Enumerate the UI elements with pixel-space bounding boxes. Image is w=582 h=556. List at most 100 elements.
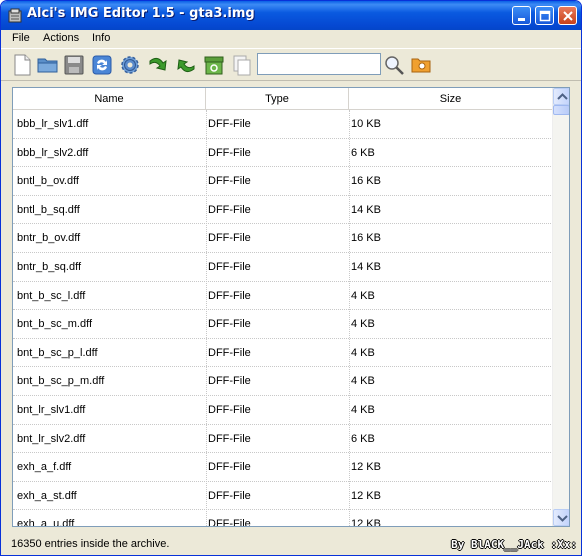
import-arrow-icon[interactable]: [146, 53, 170, 77]
window-title: Alci's IMG Editor 1.5 - gta3.img: [27, 6, 255, 21]
table-row[interactable]: bnt_lr_slv1.dff DFF-File 4 KB: [13, 396, 553, 425]
cell-type: DFF-File: [208, 461, 251, 474]
refresh-icon[interactable]: [90, 53, 114, 77]
app-window: Alci's IMG Editor 1.5 - gta3.img File Ac…: [0, 0, 582, 556]
cell-size: 14 KB: [351, 260, 381, 273]
copy-pages-icon[interactable]: [230, 53, 254, 77]
cell-name: bbb_lr_slv1.dff: [17, 118, 89, 130]
table-row[interactable]: bbb_lr_slv2.dff DFF-File 6 KB: [13, 139, 553, 168]
save-disk-icon[interactable]: [62, 53, 86, 77]
cell-name: bbb_lr_slv2.dff: [17, 146, 89, 159]
cell-type: DFF-File: [208, 203, 251, 216]
list-header: Name Type Size: [13, 88, 553, 110]
cell-type: DFF-File: [208, 375, 251, 388]
cell-size: 12 KB: [351, 461, 381, 474]
chevron-down-icon: [557, 515, 568, 522]
cell-name: bnt_b_sc_p_m.dff: [17, 375, 105, 388]
scroll-thumb[interactable]: [553, 105, 569, 115]
minimize-button[interactable]: [512, 6, 531, 25]
cell-type: DFF-File: [208, 318, 251, 331]
close-icon: [563, 11, 573, 21]
cell-size: 4 KB: [351, 346, 375, 359]
cell-type: DFF-File: [208, 403, 251, 416]
cell-size: 12 KB: [351, 518, 381, 527]
table-row[interactable]: bnt_b_sc_p_m.dff DFF-File 4 KB: [13, 367, 553, 396]
title-bar[interactable]: Alci's IMG Editor 1.5 - gta3.img: [1, 1, 581, 30]
cell-type: DFF-File: [208, 289, 251, 302]
status-bar: 16350 entries inside the archive. By BlA…: [1, 533, 581, 555]
cell-name: bnt_lr_slv2.dff: [17, 432, 86, 445]
chevron-up-icon: [557, 93, 568, 100]
table-row[interactable]: exh_a_f.dff DFF-File 12 KB: [13, 453, 553, 482]
cell-size: 6 KB: [351, 432, 375, 445]
table-row[interactable]: exh_a_st.dff DFF-File 12 KB: [13, 482, 553, 511]
cell-type: DFF-File: [208, 175, 251, 188]
minimize-icon: [518, 18, 525, 21]
column-header-type[interactable]: Type: [206, 88, 349, 110]
table-row[interactable]: exh_a_u.dff DFF-File 12 KB: [13, 510, 553, 527]
cell-size: 16 KB: [351, 232, 381, 245]
cell-size: 4 KB: [351, 375, 375, 388]
table-row[interactable]: bnt_b_sc_l.dff DFF-File 4 KB: [13, 282, 553, 311]
maximize-icon: [539, 10, 551, 22]
rebuild-archive-icon[interactable]: [202, 53, 226, 77]
cell-type: DFF-File: [208, 432, 251, 445]
cell-name: bntl_b_sq.dff: [17, 203, 80, 216]
cell-type: DFF-File: [208, 518, 251, 527]
table-row[interactable]: bntr_b_ov.dff DFF-File 16 KB: [13, 224, 553, 253]
folder-search-icon[interactable]: [409, 53, 433, 77]
file-list[interactable]: Name Type Size bbb_lr_slv1.dff DFF-File 10…: [12, 87, 570, 527]
cell-name: exh_a_f.dff: [17, 461, 72, 474]
app-icon: [8, 8, 22, 23]
cell-name: bnt_b_sc_l.dff: [17, 289, 86, 302]
table-row[interactable]: bntl_b_ov.dff DFF-File 16 KB: [13, 167, 553, 196]
cell-type: DFF-File: [208, 260, 251, 273]
author-credit: By BlACK__JAck :Xx:: [451, 538, 577, 551]
cell-name: bntr_b_sq.dff: [17, 260, 82, 273]
close-button[interactable]: [558, 6, 577, 25]
cell-name: bnt_b_sc_m.dff: [17, 318, 93, 331]
open-folder-icon[interactable]: [36, 53, 60, 77]
cell-size: 12 KB: [351, 489, 381, 502]
search-icon[interactable]: [382, 53, 406, 77]
export-arrow-icon[interactable]: [174, 53, 198, 77]
new-file-icon[interactable]: [10, 53, 34, 77]
cell-size: 4 KB: [351, 318, 375, 331]
cell-name: bnt_b_sc_p_l.dff: [17, 346, 98, 359]
list-rows: bbb_lr_slv1.dff DFF-File 10 KB bbb_lr_slv2…: [13, 110, 553, 527]
menu-bar: File Actions Info: [1, 30, 581, 48]
menu-actions[interactable]: Actions: [43, 32, 79, 44]
column-header-name[interactable]: Name: [13, 88, 206, 110]
cell-size: 4 KB: [351, 289, 375, 302]
settings-gear-icon[interactable]: [118, 53, 142, 77]
table-row[interactable]: bnt_b_sc_m.dff DFF-File 4 KB: [13, 310, 553, 339]
cell-type: DFF-File: [208, 232, 251, 245]
vertical-scrollbar[interactable]: [552, 88, 569, 526]
cell-type: DFF-File: [208, 346, 251, 359]
cell-name: bntr_b_ov.dff: [17, 232, 81, 245]
cell-type: DFF-File: [208, 146, 251, 159]
cell-size: 10 KB: [351, 118, 381, 130]
cell-type: DFF-File: [208, 118, 251, 130]
table-row[interactable]: bnt_lr_slv2.dff DFF-File 6 KB: [13, 425, 553, 454]
table-row[interactable]: bnt_b_sc_p_l.dff DFF-File 4 KB: [13, 339, 553, 368]
table-row[interactable]: bbb_lr_slv1.dff DFF-File 10 KB: [13, 110, 553, 139]
menu-info[interactable]: Info: [92, 32, 110, 44]
cell-size: 16 KB: [351, 175, 381, 188]
search-input[interactable]: [257, 53, 381, 75]
scroll-up-button[interactable]: [553, 88, 569, 105]
cell-name: bnt_lr_slv1.dff: [17, 403, 86, 416]
table-row[interactable]: bntr_b_sq.dff DFF-File 14 KB: [13, 253, 553, 282]
scroll-down-button[interactable]: [553, 509, 569, 526]
cell-name: exh_a_u.dff: [17, 518, 75, 527]
entries-count: 16350 entries inside the archive.: [11, 538, 170, 550]
toolbar: [1, 48, 581, 81]
column-header-size[interactable]: Size: [349, 88, 553, 110]
cell-size: 6 KB: [351, 146, 375, 159]
table-row[interactable]: bntl_b_sq.dff DFF-File 14 KB: [13, 196, 553, 225]
cell-name: bntl_b_ov.dff: [17, 175, 79, 188]
cell-size: 14 KB: [351, 203, 381, 216]
menu-file[interactable]: File: [12, 32, 30, 44]
maximize-button[interactable]: [535, 6, 554, 25]
cell-name: exh_a_st.dff: [17, 489, 77, 502]
